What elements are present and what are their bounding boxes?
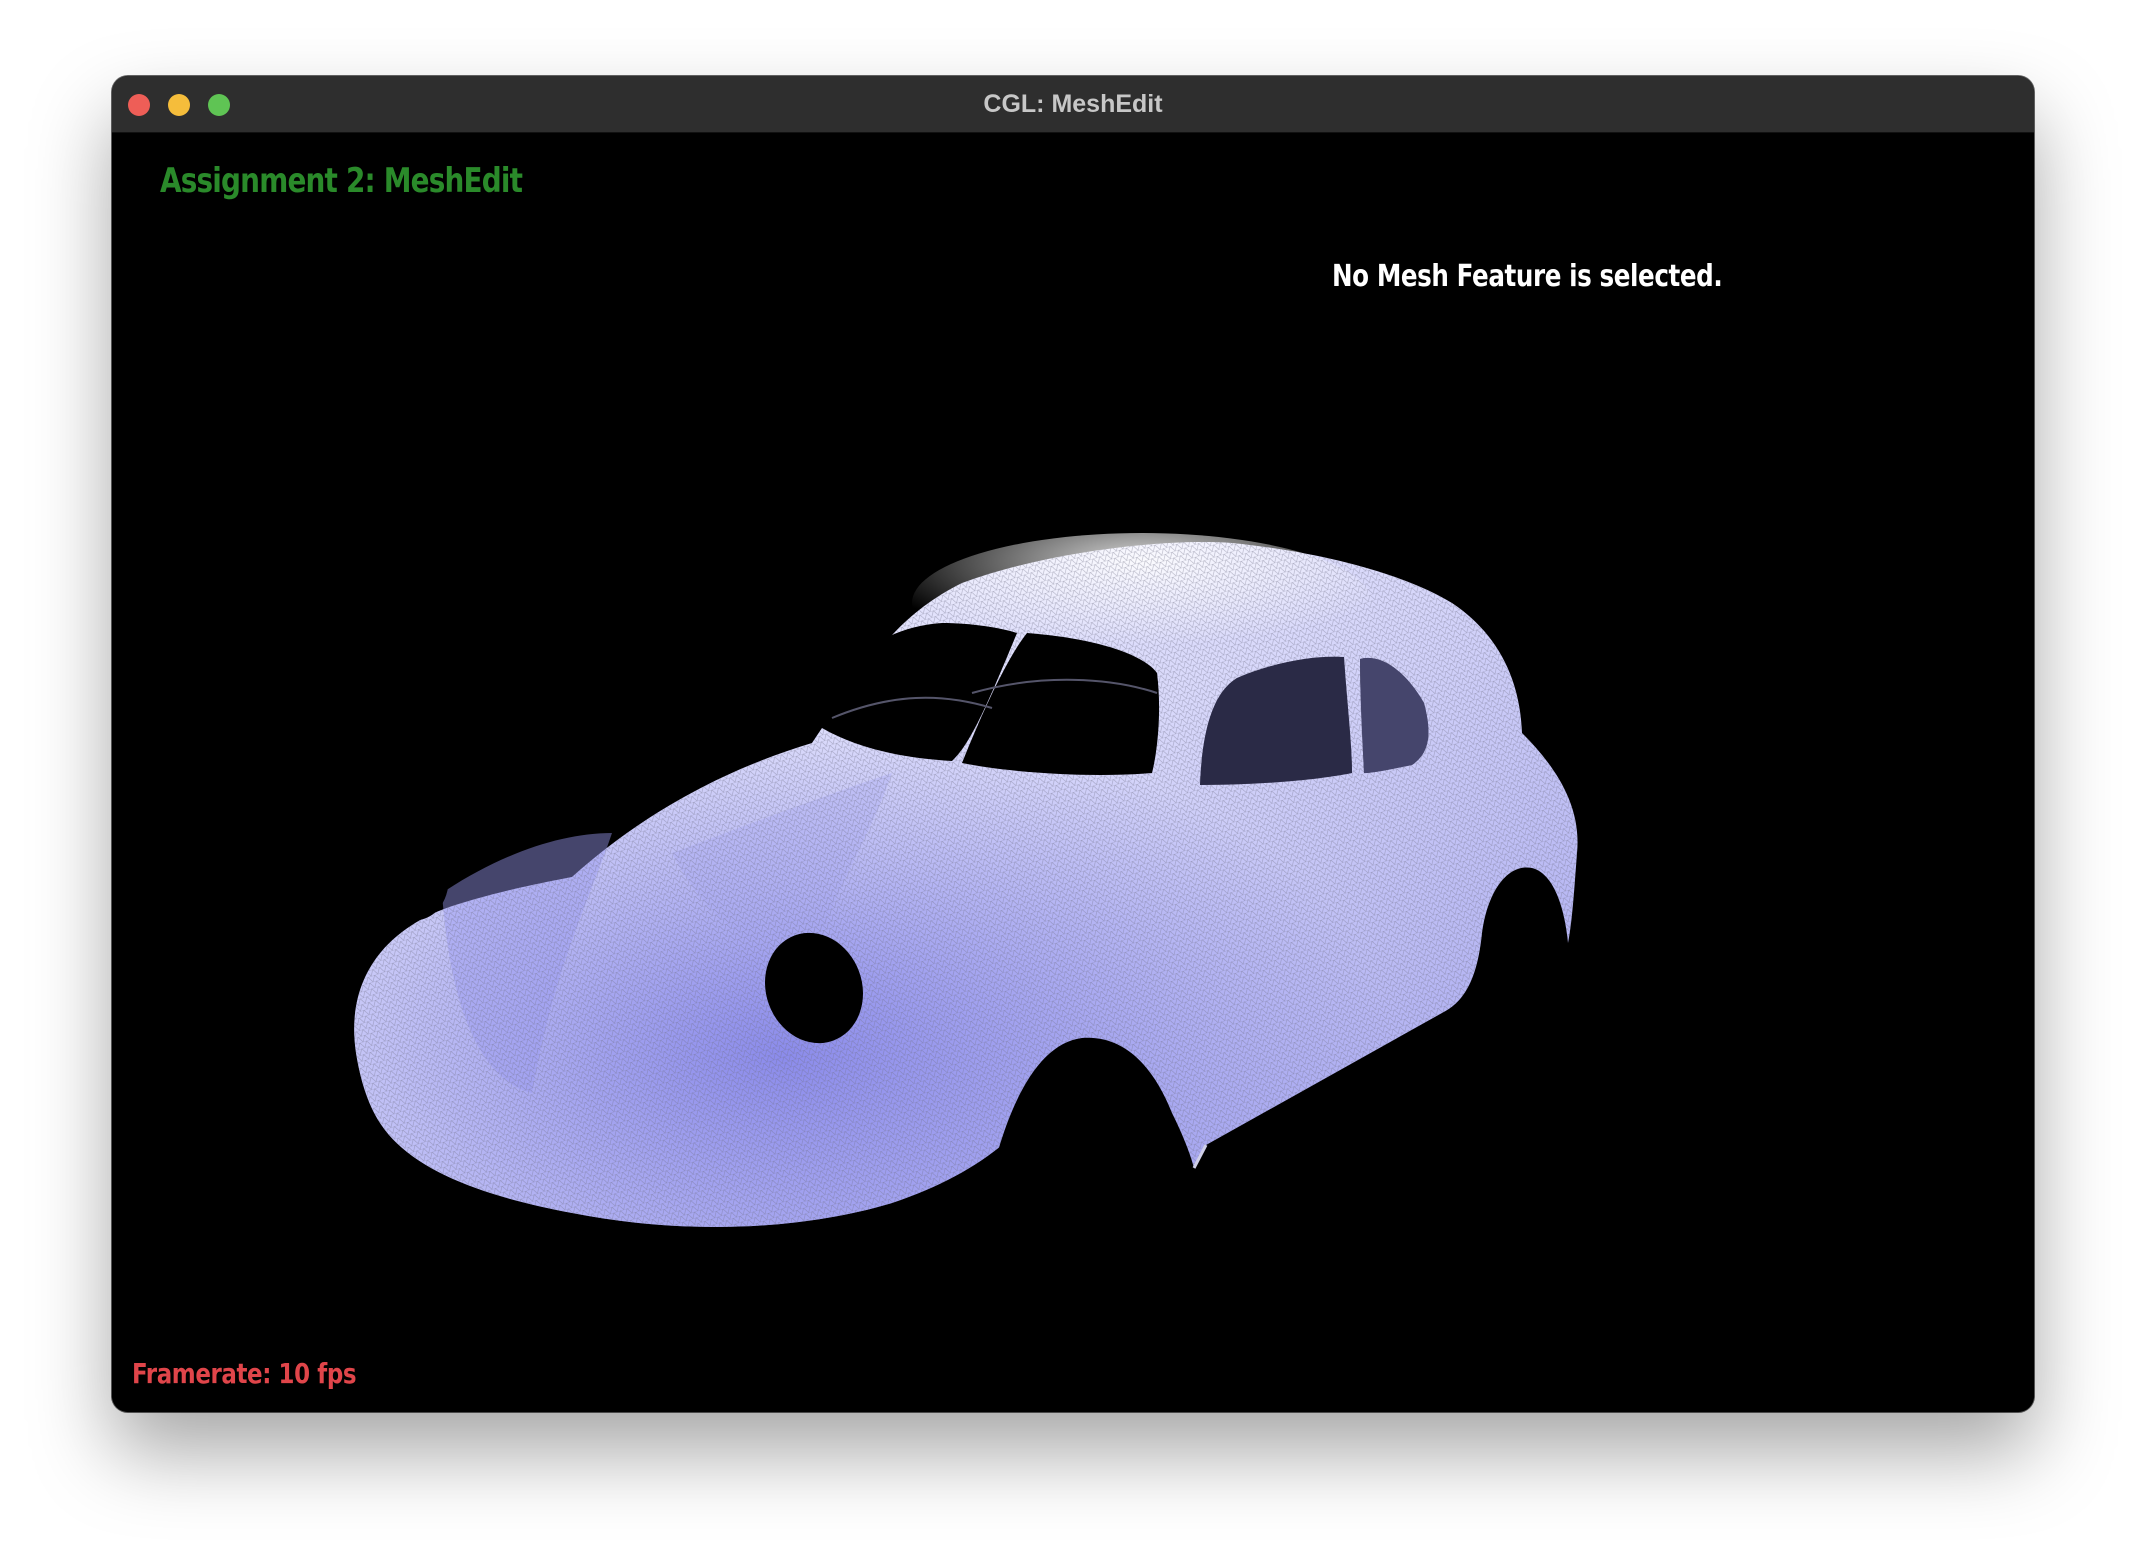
title-bar[interactable]: CGL: MeshEdit <box>112 76 2034 133</box>
car-mesh-model[interactable] <box>112 133 2034 1412</box>
selection-status: No Mesh Feature is selected. <box>1332 259 1723 294</box>
assignment-title: Assignment 2: MeshEdit <box>160 161 523 201</box>
app-window: CGL: MeshEdit Assignment 2: MeshEdit No … <box>112 76 2034 1412</box>
render-viewport[interactable]: Assignment 2: MeshEdit No Mesh Feature i… <box>112 133 2034 1412</box>
framerate-readout: Framerate: 10 fps <box>132 1357 357 1390</box>
window-title: CGL: MeshEdit <box>983 90 1163 118</box>
